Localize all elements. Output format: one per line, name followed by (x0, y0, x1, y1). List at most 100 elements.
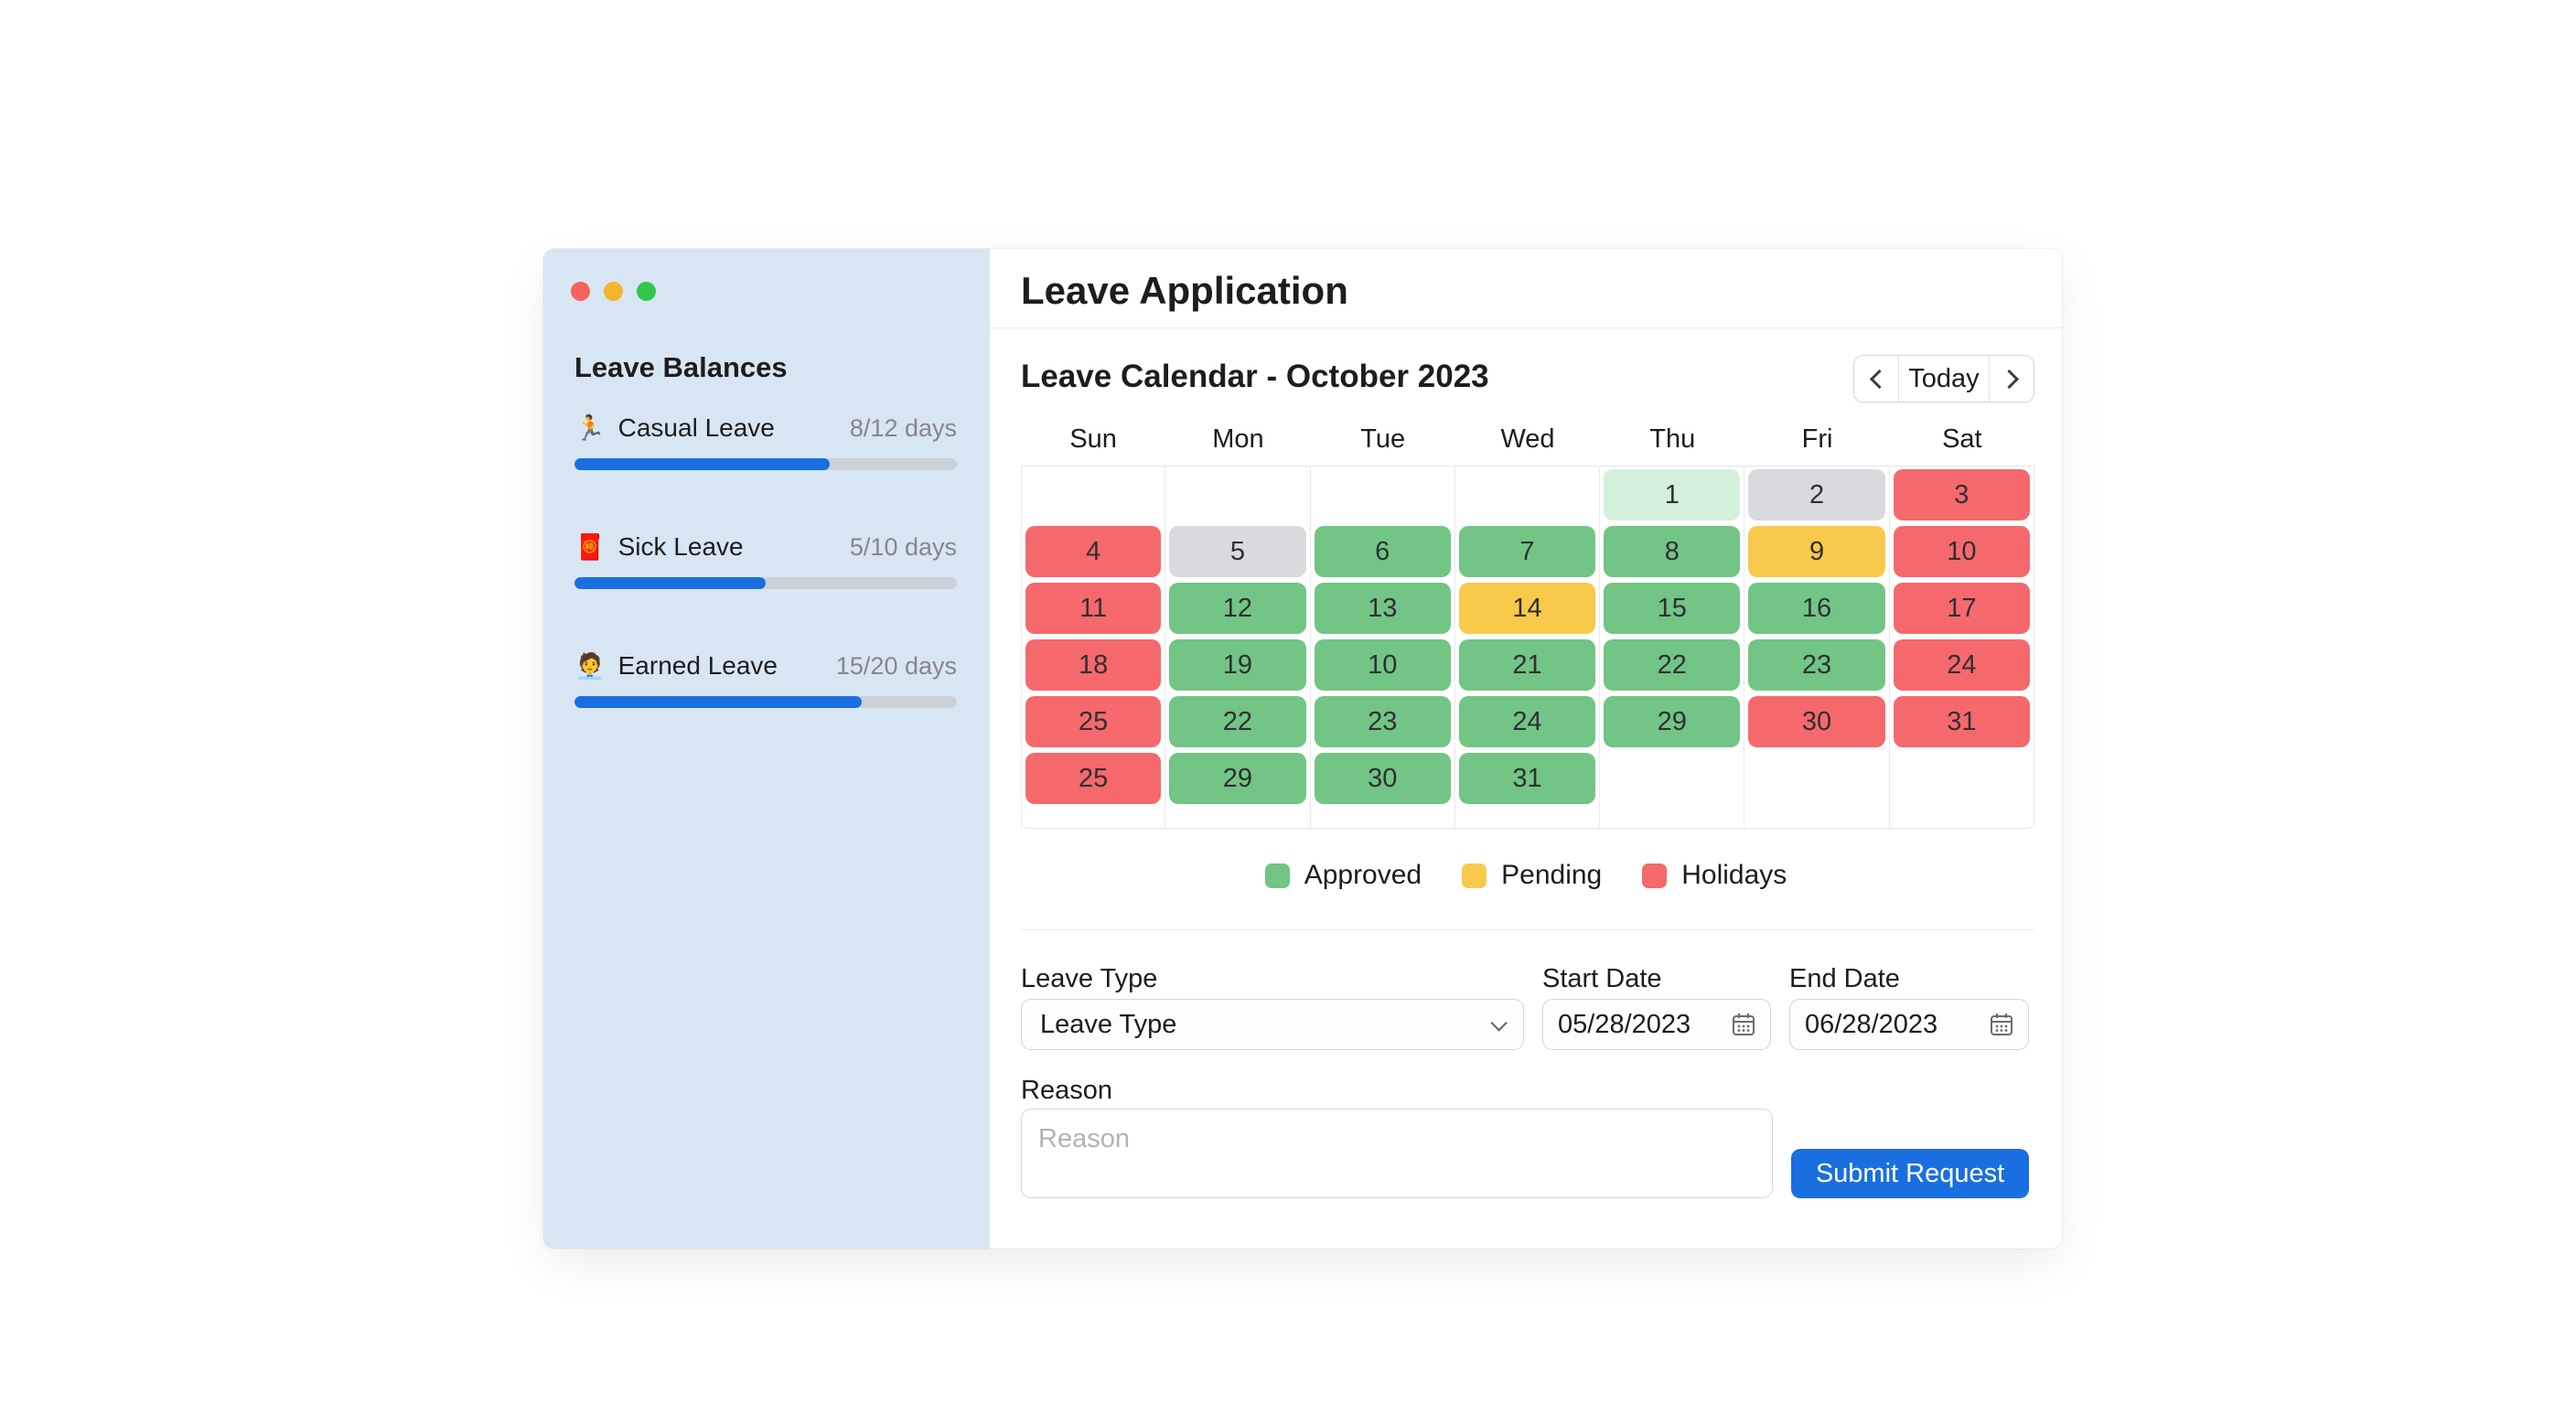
calendar-icon[interactable] (1730, 1011, 1757, 1038)
calendar-day-cell: 29 (1604, 696, 1740, 747)
calendar-slot (1890, 750, 2034, 807)
day-header: Mon (1165, 424, 1310, 455)
day-header: Wed (1455, 424, 1600, 455)
start-date-input[interactable]: 05/28/2023 (1542, 999, 1771, 1050)
calendar-icon[interactable] (1988, 1011, 2015, 1038)
leave-progress-fill (574, 577, 766, 589)
leave-balance-value: 15/20 days (836, 649, 957, 682)
calendar-slot: 15 (1600, 580, 1744, 637)
calendar-day-cell: 6 (1315, 526, 1451, 577)
calendar-slot: 23 (1311, 693, 1455, 750)
calendar-slot: 12 (1165, 580, 1310, 637)
calendar-day-cell: 16 (1748, 583, 1884, 634)
end-date-value: 06/28/2023 (1790, 1010, 1937, 1040)
leave-progress-fill (574, 696, 862, 708)
calendar-slot (1021, 467, 1165, 523)
leave-type-select[interactable]: Leave Type (1021, 999, 1524, 1050)
submit-request-button[interactable]: Submit Request (1791, 1149, 2029, 1198)
calendar-slot: 21 (1455, 637, 1600, 693)
calendar-day-cell: 14 (1459, 583, 1595, 634)
leave-progress-fill (574, 458, 830, 470)
calendar-slot: 4 (1021, 523, 1165, 580)
day-header: Tue (1311, 424, 1455, 455)
minimize-button[interactable] (604, 282, 623, 301)
calendar-grid: 1234567891011121314151617181910212223242… (1021, 466, 2034, 829)
leave-type-name: Sick Leave (618, 531, 744, 563)
leave-balance-item: 🧑‍💼Earned Leave15/20 days (574, 649, 957, 708)
calendar-day-cell: 10 (1894, 526, 2030, 577)
leave-balance-value: 5/10 days (850, 531, 957, 563)
legend-swatch (1462, 863, 1487, 888)
calendar-slot: 23 (1744, 637, 1889, 693)
runner-icon: 🏃 (574, 412, 606, 445)
calendar-slot: 8 (1600, 523, 1744, 580)
day-header: Thu (1600, 424, 1744, 455)
calendar-day-cell: 25 (1025, 696, 1161, 747)
calendar-day-cell: 10 (1315, 639, 1451, 691)
calendar-day-cell: 22 (1169, 696, 1305, 747)
leave-type-selected-value: Leave Type (1022, 1010, 1176, 1040)
leave-progress-track (574, 577, 957, 589)
calendar-slot: 22 (1600, 637, 1744, 693)
calendar-slot: 29 (1165, 750, 1310, 807)
leave-progress-track (574, 458, 957, 470)
calendar-slot: 5 (1165, 523, 1310, 580)
calendar-slot: 6 (1311, 523, 1455, 580)
calendar-slot (1311, 807, 1455, 829)
calendar-slot: 24 (1455, 693, 1600, 750)
chevron-right-icon (1999, 369, 2018, 388)
calendar-day-cell: 24 (1459, 696, 1595, 747)
calendar-slot (1744, 750, 1889, 807)
calendar-slot (1600, 750, 1744, 807)
calendar-day-cell: 7 (1459, 526, 1595, 577)
calendar-day-cell: 13 (1315, 583, 1451, 634)
calendar-day-cell: 1 (1604, 469, 1740, 520)
calendar-slot (1455, 807, 1600, 829)
day-header: Fri (1744, 424, 1889, 455)
calendar-slot (1600, 807, 1744, 829)
calendar-day-cell: 4 (1025, 526, 1161, 577)
calendar-day-cell: 23 (1315, 696, 1451, 747)
calendar-day-cell: 31 (1894, 696, 2030, 747)
calendar-day-cell: 12 (1169, 583, 1305, 634)
start-date-value: 05/28/2023 (1543, 1010, 1690, 1040)
calendar-slot: 25 (1021, 693, 1165, 750)
calendar-day-cell: 23 (1748, 639, 1884, 691)
calendar-slot: 30 (1311, 750, 1455, 807)
prev-month-button[interactable] (1854, 356, 1898, 402)
today-button[interactable]: Today (1898, 356, 1990, 402)
calendar-slot (1021, 807, 1165, 829)
legend-item: Holidays (1642, 860, 1787, 891)
zoom-button[interactable] (637, 282, 656, 301)
day-header: Sat (1890, 424, 2034, 455)
close-button[interactable] (571, 282, 590, 301)
sidebar-title: Leave Balances (574, 351, 788, 384)
calendar-slot: 16 (1744, 580, 1889, 637)
calendar-day-cell: 11 (1025, 583, 1161, 634)
legend-swatch (1642, 863, 1667, 888)
end-date-input[interactable]: 06/28/2023 (1789, 999, 2029, 1050)
calendar-slot (1455, 467, 1600, 523)
legend-item: Pending (1462, 860, 1602, 891)
reason-label: Reason (1021, 1076, 1112, 1106)
leave-balance-value: 8/12 days (850, 412, 957, 445)
calendar-day-cell: 5 (1169, 526, 1305, 577)
calendar-slot: 18 (1021, 637, 1165, 693)
calendar-slot: 10 (1890, 523, 2034, 580)
calendar-slot (1165, 807, 1310, 829)
calendar-slot (1311, 467, 1455, 523)
leave-type-label: Leave Type (1021, 964, 1157, 994)
page-title: Leave Application (1021, 269, 1348, 313)
leave-balance-row: 🏃Casual Leave8/12 days (574, 412, 957, 445)
leave-balance-row: 🧑‍💼Earned Leave15/20 days (574, 649, 957, 682)
next-month-button[interactable] (1990, 356, 2034, 402)
calendar-slot: 9 (1744, 523, 1889, 580)
calendar-slot: 17 (1890, 580, 2034, 637)
calendar-slot: 19 (1165, 637, 1310, 693)
calendar-slot: 1 (1600, 467, 1744, 523)
calendar-slot: 31 (1455, 750, 1600, 807)
reason-textarea[interactable] (1021, 1109, 1773, 1198)
calendar-legend: ApprovedPendingHolidays (990, 860, 2062, 891)
calendar-slot: 25 (1021, 750, 1165, 807)
calendar-slot: 2 (1744, 467, 1889, 523)
